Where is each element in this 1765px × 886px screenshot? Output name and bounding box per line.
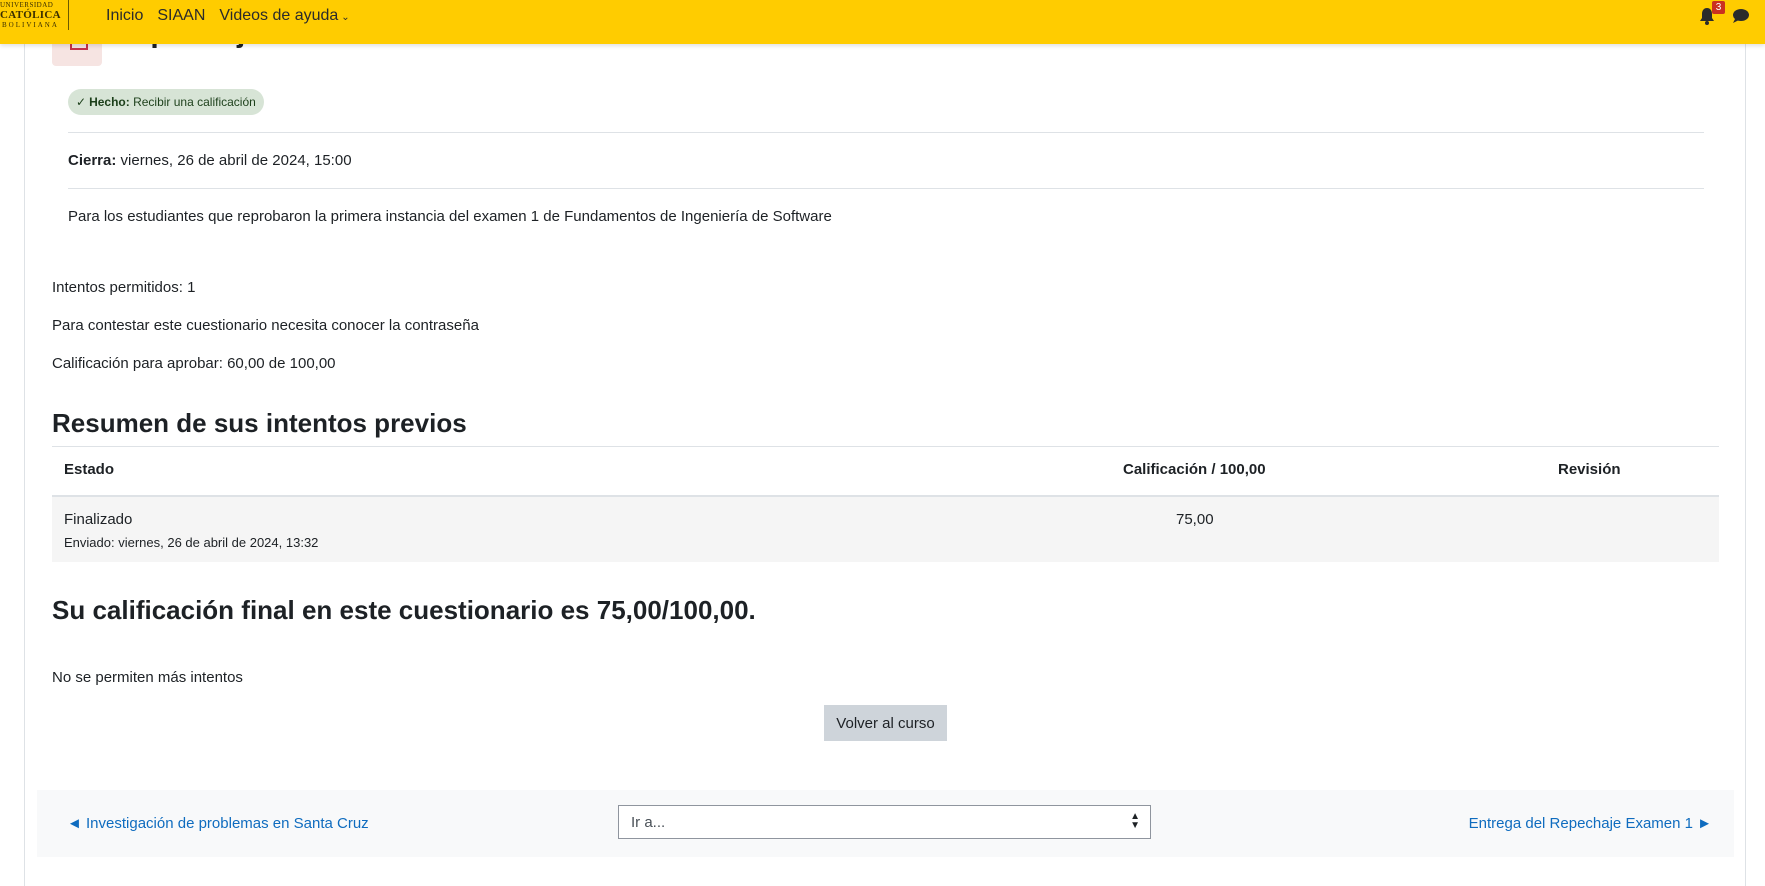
top-navbar: UNIVERSIDAD CATÓLICA BOLIVIANA Inicio SI…: [0, 0, 1765, 44]
jump-to-select[interactable]: Ir a... ▲ ▼: [618, 805, 1151, 839]
close-label: Cierra:: [68, 152, 117, 169]
completion-status: Hecho:: [89, 95, 130, 109]
table-header-row: Estado Calificación / 100,00 Revisión: [52, 446, 1719, 497]
previous-activity-link[interactable]: ◄ Investigación de problemas en Santa Cr…: [67, 815, 369, 832]
completion-text: Recibir una calificación: [133, 95, 256, 109]
password-note: Para contestar este cuestionario necesit…: [52, 317, 479, 334]
notification-count-badge: 3: [1712, 1, 1725, 14]
jump-to-value: Ir a...: [631, 814, 666, 831]
logo-line-2: CATÓLICA: [0, 9, 61, 21]
divider: [68, 132, 1704, 133]
check-icon: ✓: [76, 95, 87, 109]
completion-badge: ✓ Hecho: Recibir una calificación: [68, 89, 264, 115]
no-more-attempts: No se permiten más intentos: [52, 669, 243, 686]
chat-icon[interactable]: [1732, 8, 1750, 24]
attempt-state: Finalizado: [64, 511, 133, 528]
column-header-revision: Revisión: [1558, 461, 1621, 478]
attempts-allowed: Intentos permitidos: 1: [52, 279, 196, 296]
close-date: Cierra: viernes, 26 de abril de 2024, 15…: [68, 152, 352, 169]
nav-videos-label: Videos de ayuda: [219, 7, 339, 24]
pass-grade: Calificación para aprobar: 60,00 de 100,…: [52, 355, 336, 372]
chevron-down-icon: ⌄: [341, 12, 350, 23]
attempt-grade: 75,00: [1176, 511, 1214, 528]
attempts-table: Estado Calificación / 100,00 Revisión Fi…: [52, 446, 1719, 562]
select-arrows-icon: ▲ ▼: [1130, 811, 1140, 831]
page-border-left: [24, 44, 25, 886]
column-header-calificacion: Calificación / 100,00: [1123, 461, 1266, 478]
attempt-submitted: Enviado: viernes, 26 de abril de 2024, 1…: [64, 535, 319, 550]
activity-navigation: ◄ Investigación de problemas en Santa Cr…: [37, 790, 1734, 857]
summary-heading: Resumen de sus intentos previos: [52, 408, 467, 438]
primary-nav: Inicio SIAAN Videos de ayuda ⌄: [106, 7, 364, 25]
column-header-estado: Estado: [64, 461, 115, 478]
university-logo[interactable]: UNIVERSIDAD CATÓLICA BOLIVIANA: [0, 0, 69, 30]
final-grade-heading: Su calificación final en este cuestionar…: [52, 595, 756, 625]
next-activity-link[interactable]: Entrega del Repechaje Examen 1 ►: [1469, 815, 1712, 832]
close-date-value: viernes, 26 de abril de 2024, 15:00: [120, 152, 352, 169]
divider: [68, 188, 1704, 189]
page-border-right: [1745, 44, 1746, 886]
nav-videos-de-ayuda[interactable]: Videos de ayuda ⌄: [219, 7, 349, 25]
logo-line-3: BOLIVIANA: [2, 21, 59, 29]
nav-siaan[interactable]: SIAAN: [157, 7, 205, 25]
nav-inicio[interactable]: Inicio: [106, 7, 143, 25]
activity-description: Para los estudiantes que reprobaron la p…: [68, 208, 832, 225]
logo-line-1: UNIVERSIDAD: [0, 1, 54, 9]
table-row: Finalizado Enviado: viernes, 26 de abril…: [52, 497, 1719, 562]
back-to-course-button[interactable]: Volver al curso: [824, 705, 947, 741]
